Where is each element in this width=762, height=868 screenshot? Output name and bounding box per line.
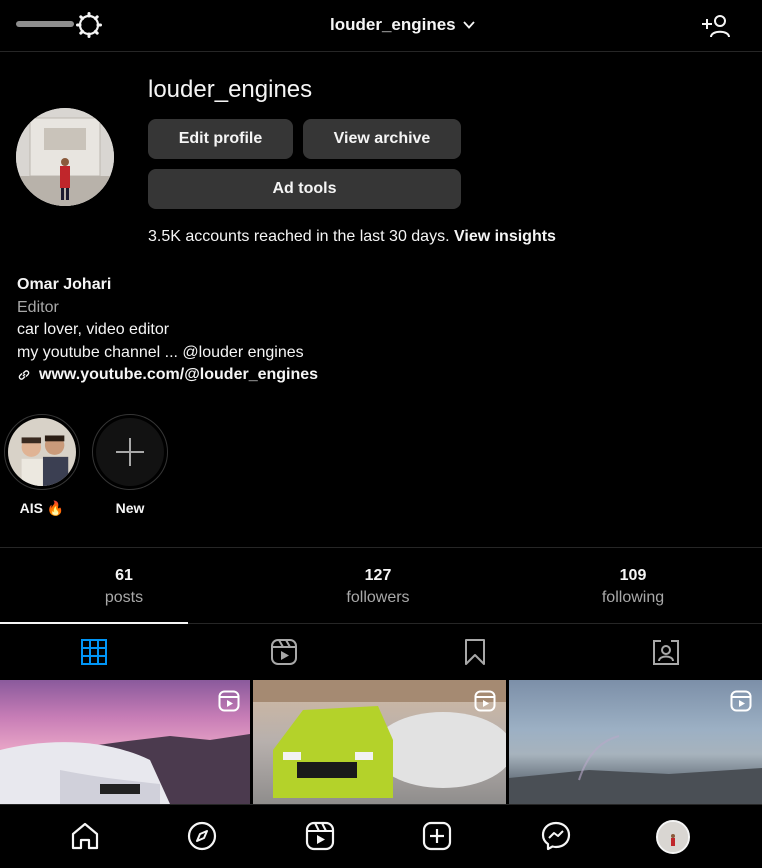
bio-category: Editor — [17, 298, 59, 316]
posts-label: posts — [104, 589, 144, 606]
grid-icon[interactable] — [79, 637, 109, 667]
profile-stats: 61 posts 127 followers 109 following — [0, 547, 762, 624]
new-highlight[interactable]: New — [92, 414, 168, 516]
tagged-icon[interactable] — [651, 637, 681, 667]
create-icon[interactable] — [421, 820, 453, 852]
settings-line — [16, 21, 74, 27]
bio: Omar Johari Editor car lover, video edit… — [17, 274, 318, 387]
followers-count: 127 — [364, 567, 392, 584]
followers-stat[interactable]: 127 followers — [308, 566, 448, 610]
home-icon[interactable] — [69, 820, 101, 852]
highlight-label: AIS 🔥 — [19, 500, 65, 516]
edit-profile-button[interactable]: Edit profile — [148, 119, 293, 159]
posts-stat[interactable]: 61 posts — [54, 566, 194, 610]
bio-link-text: www.youtube.com/@louder_engines — [39, 366, 319, 383]
highlight-ring — [4, 414, 80, 490]
profile-avatar[interactable] — [16, 108, 114, 206]
messenger-icon[interactable] — [540, 820, 572, 852]
explore-icon[interactable] — [186, 820, 218, 852]
highlight-label: New — [115, 500, 145, 516]
reel-icon — [730, 690, 752, 712]
post-image — [509, 735, 762, 804]
post-thumbnail[interactable] — [509, 680, 762, 804]
top-bar: louder_engines — [0, 0, 762, 52]
avatar-photo — [16, 108, 114, 206]
profile-username: louder_engines — [148, 76, 313, 103]
plus-icon — [116, 438, 144, 466]
reel-icon — [474, 690, 496, 712]
account-switcher[interactable]: louder_engines — [330, 15, 476, 35]
reel-icon — [218, 690, 240, 712]
highlight-ais[interactable]: AIS 🔥 — [4, 414, 80, 517]
post-image — [0, 734, 250, 804]
settings-icon — [76, 12, 102, 38]
bottom-nav — [0, 804, 762, 868]
reach-summary: 3.5K accounts reached in the last 30 day… — [148, 228, 556, 246]
following-label: following — [601, 589, 665, 606]
profile-avatar[interactable] — [656, 820, 690, 854]
settings-button[interactable] — [16, 12, 106, 38]
bio-line: car lover, video editor — [17, 321, 170, 338]
view-archive-button[interactable]: View archive — [303, 119, 461, 159]
bio-name: Omar Johari — [17, 276, 112, 293]
bio-line: my youtube channel ... @louder engines — [17, 343, 304, 361]
ad-tools-button[interactable]: Ad tools — [148, 169, 461, 209]
reels-icon[interactable] — [304, 820, 336, 852]
reels-icon[interactable] — [269, 637, 299, 667]
reach-text: 3.5K accounts reached in the last 30 day… — [148, 228, 450, 245]
content-tabs — [0, 624, 762, 680]
following-stat[interactable]: 109 following — [563, 566, 703, 610]
link-icon — [18, 370, 30, 380]
followers-label: followers — [346, 589, 410, 606]
highlight-ring — [92, 414, 168, 490]
posts-grid — [0, 680, 762, 804]
view-insights-link[interactable]: View insights — [454, 228, 556, 245]
add-user-icon[interactable] — [700, 12, 732, 40]
post-thumbnail[interactable] — [253, 680, 506, 804]
highlight-cover — [8, 418, 76, 486]
highlight-cover — [96, 418, 164, 486]
posts-count: 61 — [115, 567, 133, 584]
chevron-down-icon — [462, 21, 475, 29]
following-count: 109 — [619, 567, 647, 584]
bookmark-icon[interactable] — [460, 637, 490, 667]
topbar-username: louder_engines — [330, 15, 456, 34]
post-image — [253, 680, 506, 798]
avatar-photo — [658, 822, 688, 852]
highlight-photo — [8, 418, 76, 486]
post-thumbnail[interactable] — [0, 680, 250, 804]
bio-link[interactable]: www.youtube.com/@louder_engines — [17, 364, 318, 387]
